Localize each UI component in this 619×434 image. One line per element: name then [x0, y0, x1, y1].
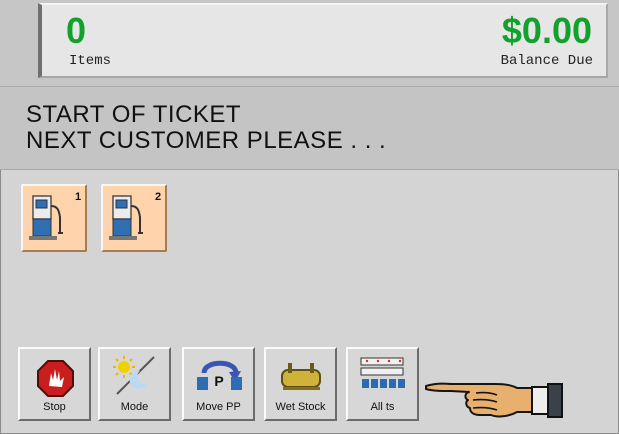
fuel-pump-icon: [109, 195, 143, 240]
all-pumps-button[interactable]: All ts: [346, 347, 419, 421]
totals-panel: 0 Items $0.00 Balance Due: [38, 3, 608, 78]
fuel-pump-icon: [29, 195, 63, 240]
fuel-tank-icon: [281, 363, 321, 390]
items-label: Items: [69, 53, 112, 69]
items-count: 0: [66, 10, 87, 51]
message-line-2: NEXT CUSTOMER PLEASE . . .: [26, 127, 387, 154]
message-line-1: START OF TICKET: [26, 101, 242, 128]
all-pumps-label: All ts: [370, 401, 395, 413]
all-pumps-icon: [360, 357, 405, 388]
mode-label: Mode: [120, 401, 149, 413]
move-prepay-icon: P: [197, 360, 242, 390]
stop-icon: [37, 360, 74, 397]
wet-stock-button[interactable]: Wet Stock: [264, 347, 337, 421]
mode-button[interactable]: Mode: [98, 347, 171, 421]
stop-label: Stop: [43, 401, 66, 413]
balance-due-label: Balance Due: [500, 53, 593, 69]
message-panel: START OF TICKET NEXT CUSTOMER PLEASE . .…: [0, 86, 619, 170]
pump-button-1[interactable]: 1: [21, 184, 87, 252]
move-prepay-label: Move PP: [196, 401, 241, 413]
move-prepay-button[interactable]: P Move PP: [182, 347, 255, 421]
pointing-hand-icon: [425, 382, 563, 418]
pump-number: 1: [75, 191, 82, 203]
balance-due-value: $0.00: [501, 10, 592, 51]
wet-stock-label: Wet Stock: [275, 401, 326, 413]
stop-button[interactable]: Stop: [18, 347, 91, 421]
header: 0 Items $0.00 Balance Due: [0, 0, 619, 86]
svg-text:P: P: [214, 373, 223, 389]
day-night-mode-icon: [113, 356, 155, 395]
pump-button-2[interactable]: 2: [101, 184, 167, 252]
pump-number: 2: [155, 191, 162, 203]
